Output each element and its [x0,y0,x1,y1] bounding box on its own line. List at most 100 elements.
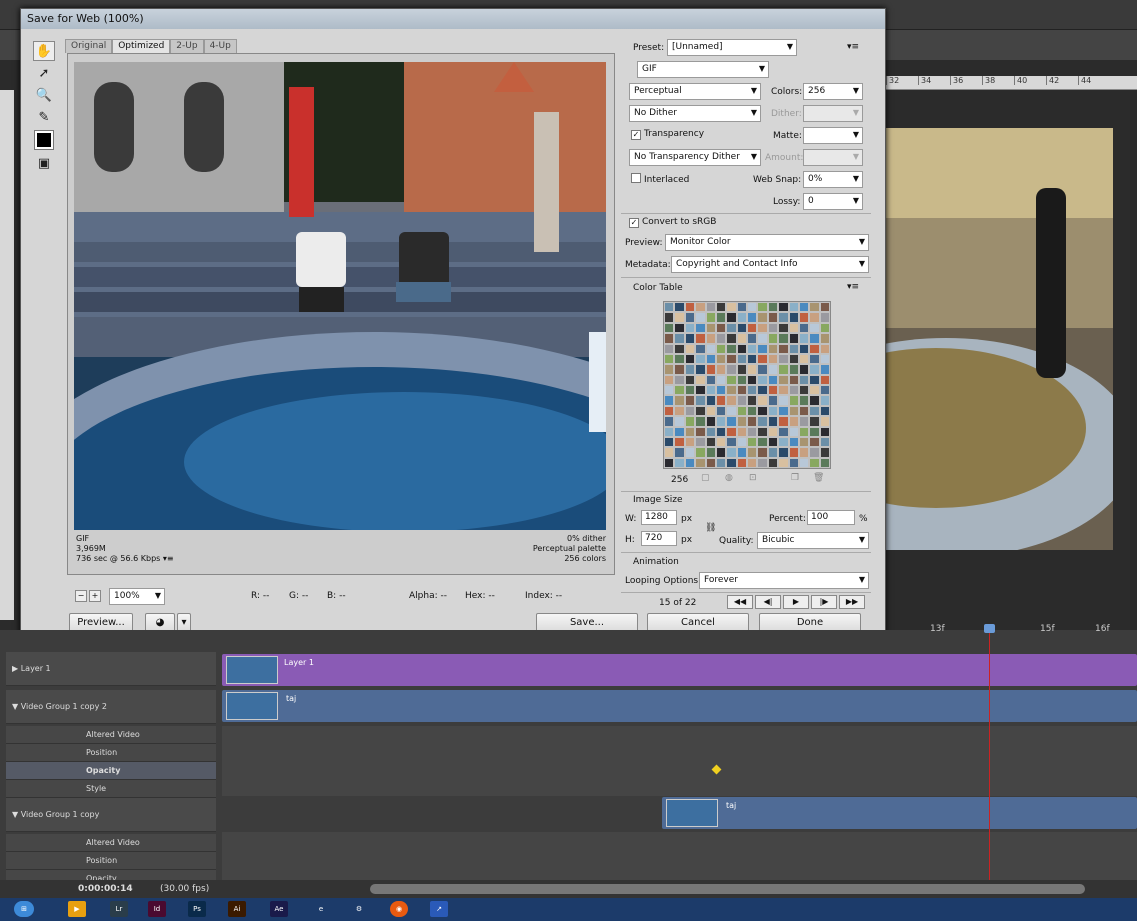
firefox-icon[interactable]: ◉ [390,901,408,917]
color-swatch[interactable] [684,447,696,458]
optimized-preview-image[interactable] [74,62,606,530]
zoom-level-select[interactable]: 100% ▼ [109,588,165,605]
color-swatch[interactable] [767,312,779,323]
color-swatch[interactable] [736,395,747,406]
color-swatch[interactable] [798,302,810,313]
color-swatch[interactable] [747,405,758,417]
color-swatch[interactable] [798,374,810,385]
color-swatch[interactable] [674,385,685,396]
color-swatch[interactable] [684,302,696,313]
media-player-icon[interactable]: ▶ [68,901,86,917]
color-swatch[interactable] [726,405,737,417]
color-swatch[interactable] [809,436,820,448]
color-swatch[interactable] [664,312,675,323]
height-input[interactable]: 720 [641,531,677,546]
color-swatch[interactable] [664,405,675,417]
color-swatch[interactable] [674,447,685,458]
color-swatch[interactable] [788,416,799,427]
color-swatch[interactable] [726,302,737,313]
color-swatch[interactable] [819,322,830,334]
color-swatch[interactable] [726,343,737,354]
color-swatch[interactable] [674,364,685,375]
web-shift-icon[interactable]: ◍ [725,473,733,483]
color-swatch[interactable] [664,426,675,437]
preview-color-select[interactable]: Monitor Color ▼ [665,234,869,251]
color-swatch[interactable] [705,364,716,375]
color-swatch[interactable] [798,416,810,427]
tab-optimized[interactable]: Optimized [112,39,171,53]
color-swatch[interactable] [757,312,768,323]
color-swatch[interactable] [695,426,706,437]
color-swatch[interactable] [788,447,799,458]
color-swatch[interactable] [809,333,820,344]
preset-select[interactable]: [Unnamed] ▼ [667,39,797,56]
color-swatch[interactable] [726,322,737,334]
eyedropper-color-swatch[interactable] [34,130,54,150]
color-swatch[interactable] [705,385,716,396]
color-swatch[interactable] [767,353,779,365]
color-swatch[interactable] [674,395,685,406]
color-swatch[interactable] [757,385,768,396]
color-swatch[interactable] [695,374,706,385]
color-swatch[interactable] [684,364,696,375]
color-swatch[interactable] [747,374,758,385]
color-swatch[interactable] [798,333,810,344]
map-selected-icon[interactable]: ▢ [701,473,710,483]
color-swatch[interactable] [767,385,779,396]
network-app-icon[interactable]: ⚙ [350,901,368,917]
color-swatch[interactable] [736,322,747,334]
color-swatch[interactable] [809,385,820,396]
color-swatch[interactable] [757,426,768,437]
color-swatch[interactable] [809,395,820,406]
color-swatch[interactable] [684,385,696,396]
color-reduction-select[interactable]: Perceptual ▼ [629,83,761,100]
color-swatch[interactable] [788,364,799,375]
color-swatch[interactable] [726,395,737,406]
color-swatch[interactable] [757,353,768,365]
optimize-menu-icon[interactable]: ▾≡ [847,42,859,52]
color-swatch[interactable] [695,405,706,417]
color-swatch[interactable] [778,374,789,385]
color-swatch[interactable] [664,416,675,427]
layer-1-clip[interactable]: Layer 1 [222,654,1137,686]
document-canvas[interactable] [886,128,1113,550]
color-swatch[interactable] [767,343,779,354]
color-swatch[interactable] [798,385,810,396]
color-swatch[interactable] [684,405,696,417]
color-swatch[interactable] [788,426,799,437]
color-swatch[interactable] [715,426,727,437]
color-swatch[interactable] [809,405,820,417]
color-swatch[interactable] [757,322,768,334]
color-swatch[interactable] [819,447,830,458]
color-swatch[interactable] [798,436,810,448]
lightroom-icon[interactable]: Lr [110,901,128,917]
color-swatch[interactable] [736,416,747,427]
color-swatch[interactable] [757,395,768,406]
slice-select-tool-icon[interactable]: ➚ [33,63,55,83]
quality-select[interactable]: Bicubic ▼ [757,532,869,549]
color-swatch[interactable] [726,436,737,448]
color-swatch[interactable] [819,302,830,313]
color-swatch[interactable] [778,436,789,448]
color-swatch[interactable] [664,395,675,406]
color-swatch[interactable] [809,447,820,458]
color-swatch[interactable] [736,312,747,323]
color-swatch[interactable] [705,343,716,354]
color-swatch[interactable] [715,395,727,406]
color-swatch[interactable] [684,395,696,406]
color-swatch[interactable] [809,322,820,334]
color-swatch[interactable] [767,322,779,334]
color-swatch[interactable] [767,364,779,375]
color-swatch[interactable] [819,374,830,385]
chain-link-icon[interactable]: ⛓ [705,523,716,533]
color-swatch[interactable] [809,343,820,354]
layer-row[interactable]: ▼ Video Group 1 copy 2 [6,690,216,724]
transparency-checkbox[interactable]: ✓ Transparency [631,129,704,140]
color-swatch[interactable] [726,333,737,344]
tab-4-up[interactable]: 4-Up [203,39,237,53]
color-swatch[interactable] [684,457,696,468]
layer-row[interactable]: ▼ Video Group 1 copy [6,798,216,832]
color-swatch[interactable] [747,312,758,323]
color-swatch[interactable] [705,416,716,427]
convert-srgb-checkbox[interactable]: ✓ Convert to sRGB [629,217,716,228]
